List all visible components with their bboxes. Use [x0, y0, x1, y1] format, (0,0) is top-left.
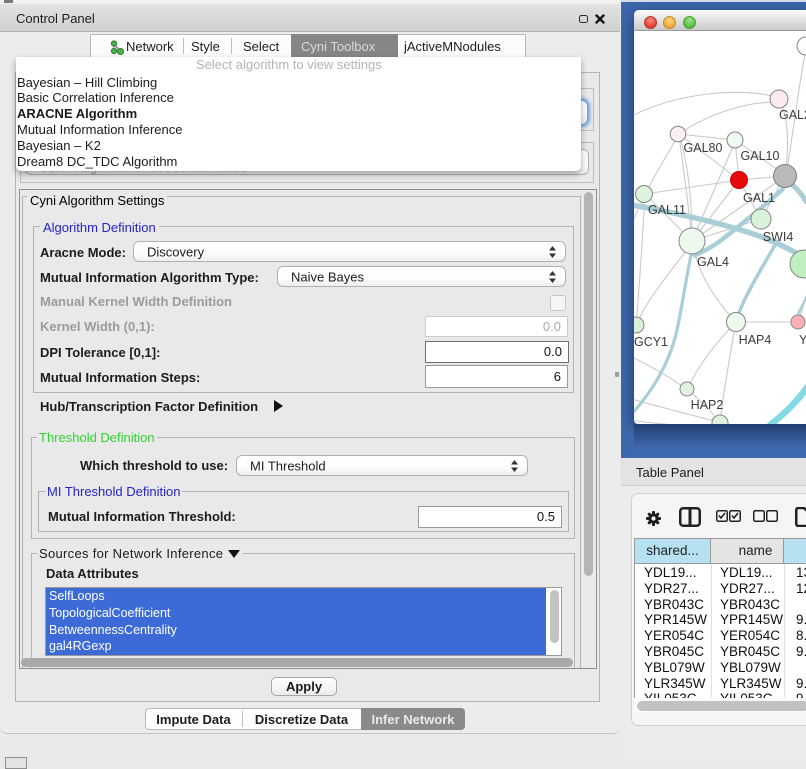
- svg-text:GAL10: GAL10: [741, 149, 780, 163]
- svg-text:YJ: YJ: [799, 333, 806, 347]
- svg-text:GAL2: GAL2: [779, 108, 806, 122]
- svg-text:HAP4: HAP4: [739, 333, 772, 347]
- svg-text:HAP2: HAP2: [691, 398, 724, 412]
- svg-text:GCY1: GCY1: [634, 335, 668, 349]
- svg-text:GAL4: GAL4: [697, 255, 729, 269]
- svg-text:GAL1: GAL1: [743, 191, 775, 205]
- svg-text:GAL11: GAL11: [648, 203, 686, 217]
- svg-text:SWI4: SWI4: [763, 230, 794, 244]
- svg-text:GAL80: GAL80: [684, 141, 723, 155]
